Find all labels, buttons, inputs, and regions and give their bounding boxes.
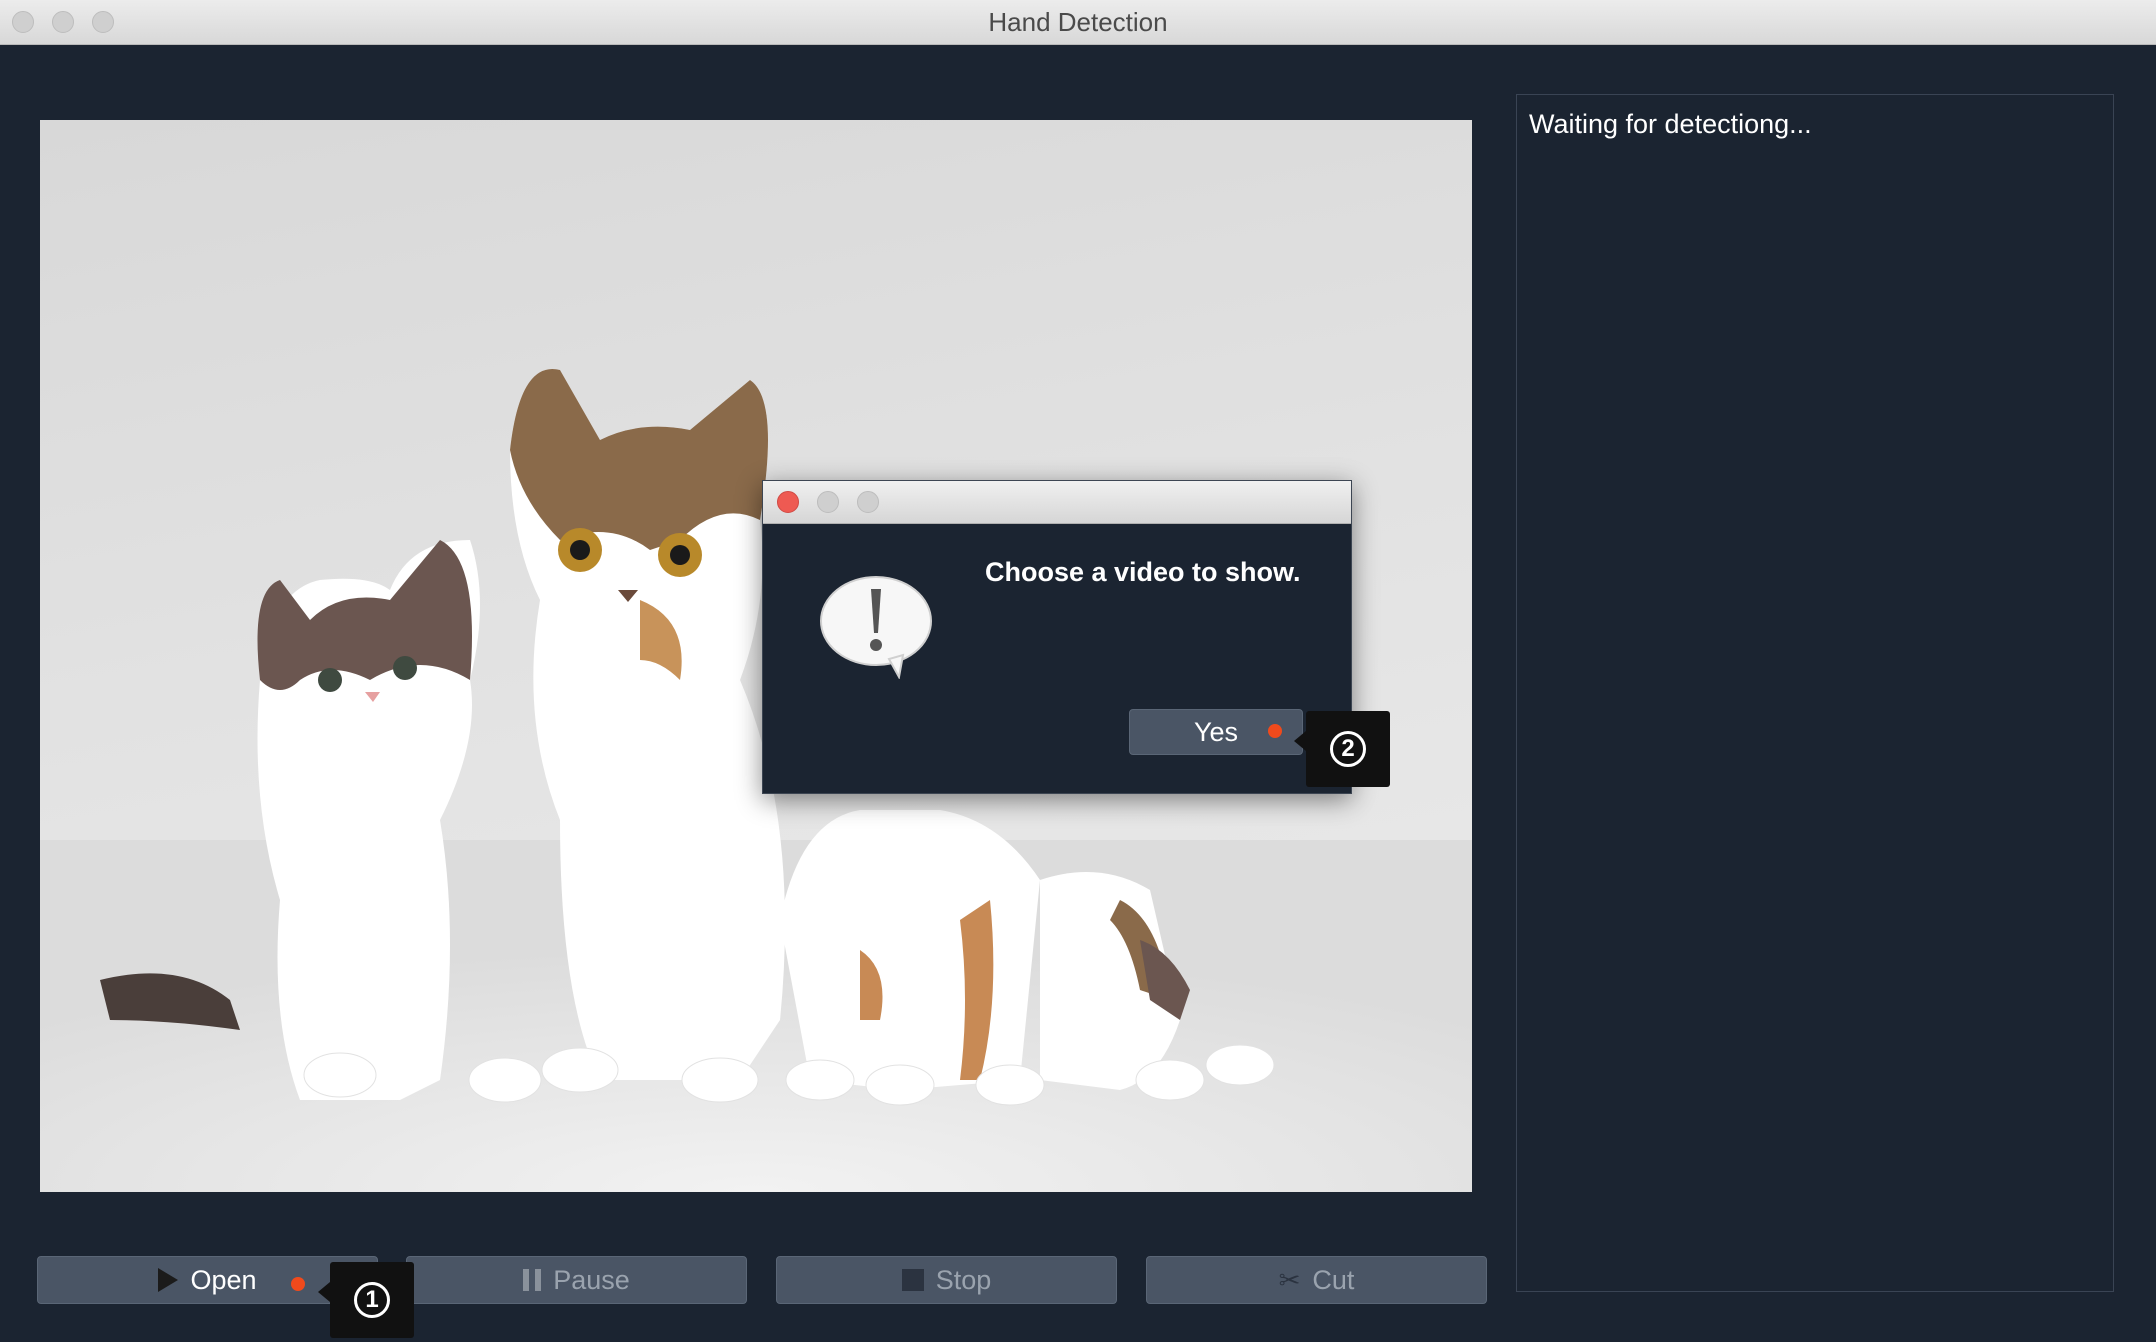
detection-status-panel: Waiting for detectiong...: [1516, 94, 2114, 1292]
annotation-number-1: 1: [354, 1282, 390, 1318]
pause-button[interactable]: Pause: [406, 1256, 747, 1304]
annotation-dot-1: [291, 1277, 305, 1291]
window-title: Hand Detection: [988, 7, 1168, 37]
annotation-number-2: 2: [1330, 731, 1366, 767]
pause-icon: [523, 1269, 542, 1291]
annotation-dot-2: [1268, 724, 1282, 738]
stop-icon: [901, 1269, 924, 1291]
cut-button-label: Cut: [1312, 1264, 1355, 1295]
dialog-minimize-icon[interactable]: [817, 491, 839, 513]
annotation-marker-2: 2: [1294, 711, 1390, 787]
window-titlebar: Hand Detection: [0, 0, 2156, 45]
stop-button-label: Stop: [935, 1264, 992, 1295]
cut-icon: ✂: [1278, 1264, 1301, 1295]
alert-dialog: Choose a video to show. Yes: [762, 480, 1352, 794]
pause-button-label: Pause: [553, 1264, 630, 1295]
alert-speech-bubble-icon: [820, 576, 932, 679]
status-text: Waiting for detectiong...: [1529, 109, 1812, 139]
open-button-label: Open: [190, 1264, 257, 1295]
stop-button[interactable]: Stop: [776, 1256, 1117, 1304]
annotation-marker-1: 1: [318, 1262, 414, 1338]
dialog-close-icon[interactable]: [777, 491, 799, 513]
dialog-titlebar: [763, 481, 1351, 524]
cut-button[interactable]: ✂ Cut: [1146, 1256, 1487, 1304]
play-icon: [158, 1268, 179, 1292]
yes-button-label: Yes: [1193, 716, 1239, 747]
dialog-zoom-icon[interactable]: [857, 491, 879, 513]
dialog-message: Choose a video to show.: [985, 557, 1301, 587]
